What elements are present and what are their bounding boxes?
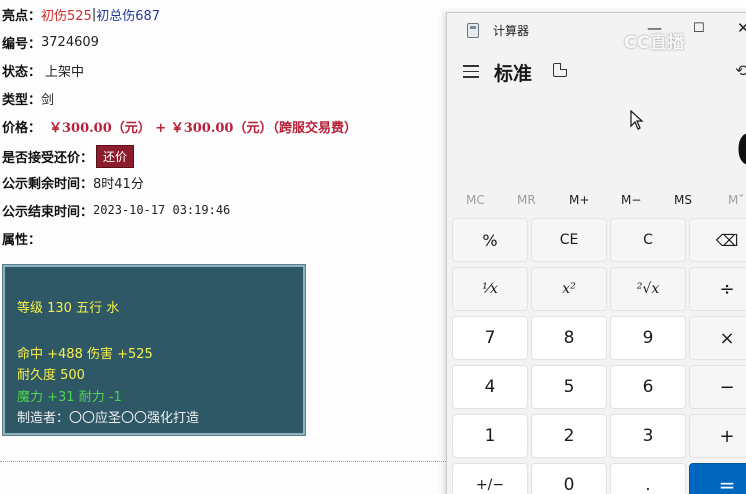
mouse-cursor-icon [630, 110, 644, 130]
attributes-box: 等级 130 五行 水 命中 +488 伤害 +525 耐久度 500 魔力 +… [2, 264, 306, 436]
digit-8-button[interactable]: 8 [531, 316, 607, 360]
menu-icon[interactable] [463, 65, 479, 78]
remaining-time-label: 公示剩余时间： [2, 176, 94, 192]
maximize-icon[interactable]: ☐ [693, 21, 705, 36]
memory-clear-button[interactable]: MC [466, 193, 485, 207]
divide-button[interactable]: ÷ [689, 267, 746, 311]
digit-9-button[interactable]: 9 [610, 316, 686, 360]
keep-on-top-icon[interactable] [553, 63, 567, 77]
counter-offer-label: 是否接受还价： [2, 150, 94, 166]
close-icon[interactable]: ✕ [737, 19, 746, 37]
percent-button[interactable]: % [452, 218, 528, 262]
counter-offer-row: 是否接受还价： 还价 [2, 144, 135, 168]
item-detail-panel: 亮点： 初伤525 | 初总伤687 编号： 3724609 状态： 上架中 类… [0, 0, 446, 494]
result-display: 0 [727, 125, 746, 176]
stream-watermark: CC直播 [624, 33, 685, 53]
add-button[interactable]: + [689, 414, 746, 458]
highlight-initial-damage: 初伤525 [41, 8, 92, 24]
square-button[interactable]: x² [531, 267, 607, 311]
remaining-time-row: 公示剩余时间： 8时41分 [2, 172, 144, 192]
highlight-total-damage: 初总伤687 [96, 8, 161, 24]
calculator-titlebar[interactable]: 计算器 — ☐ ✕ [447, 13, 746, 49]
calculator-app-icon [467, 23, 479, 38]
attributes-row: 属性： [2, 228, 41, 248]
attr-level-line: 等级 130 五行 水 [17, 301, 120, 316]
equals-button[interactable]: = [689, 463, 746, 494]
calculator-window[interactable]: 计算器 — ☐ ✕ 标准 ⟲ 0 MC MR M+ M− MS M˅ % CE … [446, 12, 746, 494]
price-row: 价格： ￥300.00（元） + ￥300.00（元）（跨服交易费） [2, 116, 357, 136]
digit-1-button[interactable]: 1 [452, 414, 528, 458]
mode-title: 标准 [494, 63, 533, 85]
divider [0, 461, 446, 462]
memory-recall-button[interactable]: MR [517, 193, 536, 207]
memory-add-button[interactable]: M+ [569, 193, 589, 207]
highlight-row: 亮点： 初伤525 | 初总伤687 [2, 4, 160, 24]
digit-2-button[interactable]: 2 [531, 414, 607, 458]
history-icon[interactable]: ⟲ [735, 61, 746, 80]
negate-button[interactable]: +/− [452, 463, 528, 494]
price-label: 价格： [2, 120, 42, 136]
attr-hit-damage-line: 命中 +488 伤害 +525 [17, 347, 153, 362]
clear-button[interactable]: C [610, 218, 686, 262]
counter-offer-button[interactable]: 还价 [96, 144, 135, 168]
highlight-label: 亮点： [2, 8, 42, 24]
window-title: 计算器 [493, 24, 530, 38]
subtract-button[interactable]: − [689, 365, 746, 409]
memory-list-button[interactable]: M˅ [728, 193, 744, 207]
id-value: 3724609 [41, 34, 99, 50]
digit-3-button[interactable]: 3 [610, 414, 686, 458]
decimal-button[interactable]: . [610, 463, 686, 494]
backspace-button[interactable]: ⌫ [689, 218, 746, 262]
square-root-button[interactable]: ²√x [610, 267, 686, 311]
clear-entry-button[interactable]: CE [531, 218, 607, 262]
memory-row: MC MR M+ M− MS M˅ [447, 191, 746, 213]
end-time-row: 公示结束时间： 2023-10-17 03:19:46 [2, 200, 230, 220]
attributes-label: 属性： [2, 232, 42, 248]
digit-5-button[interactable]: 5 [531, 365, 607, 409]
calculator-header: 标准 ⟲ [447, 53, 746, 89]
multiply-button[interactable]: × [689, 316, 746, 360]
digit-6-button[interactable]: 6 [610, 365, 686, 409]
digit-4-button[interactable]: 4 [452, 365, 528, 409]
end-time-label: 公示结束时间： [2, 204, 94, 220]
status-value: 上架中 [45, 64, 85, 80]
memory-store-button[interactable]: MS [674, 193, 692, 207]
digit-0-button[interactable]: 0 [531, 463, 607, 494]
status-label: 状态： [2, 64, 42, 80]
digit-7-button[interactable]: 7 [452, 316, 528, 360]
price-value: ￥300.00（元） + ￥300.00（元）（跨服交易费） [49, 120, 357, 136]
type-row: 类型： 剑 [2, 88, 54, 108]
type-value: 剑 [41, 92, 55, 108]
attr-magic-line: 魔力 +31 耐力 -1 [17, 390, 122, 405]
type-label: 类型： [2, 92, 42, 108]
remaining-time-value: 8时41分 [93, 176, 144, 192]
id-label: 编号： [2, 36, 42, 52]
status-row: 状态： 上架中 [2, 60, 84, 80]
attr-durability-line: 耐久度 500 [17, 368, 85, 383]
end-time-value: 2023-10-17 03:19:46 [93, 203, 231, 217]
id-row: 编号： 3724609 [2, 32, 99, 52]
reciprocal-button[interactable]: ¹⁄x [452, 267, 528, 311]
attr-maker-line: 制造者：〇〇应圣〇〇强化打造 [17, 411, 200, 426]
memory-subtract-button[interactable]: M− [621, 193, 641, 207]
